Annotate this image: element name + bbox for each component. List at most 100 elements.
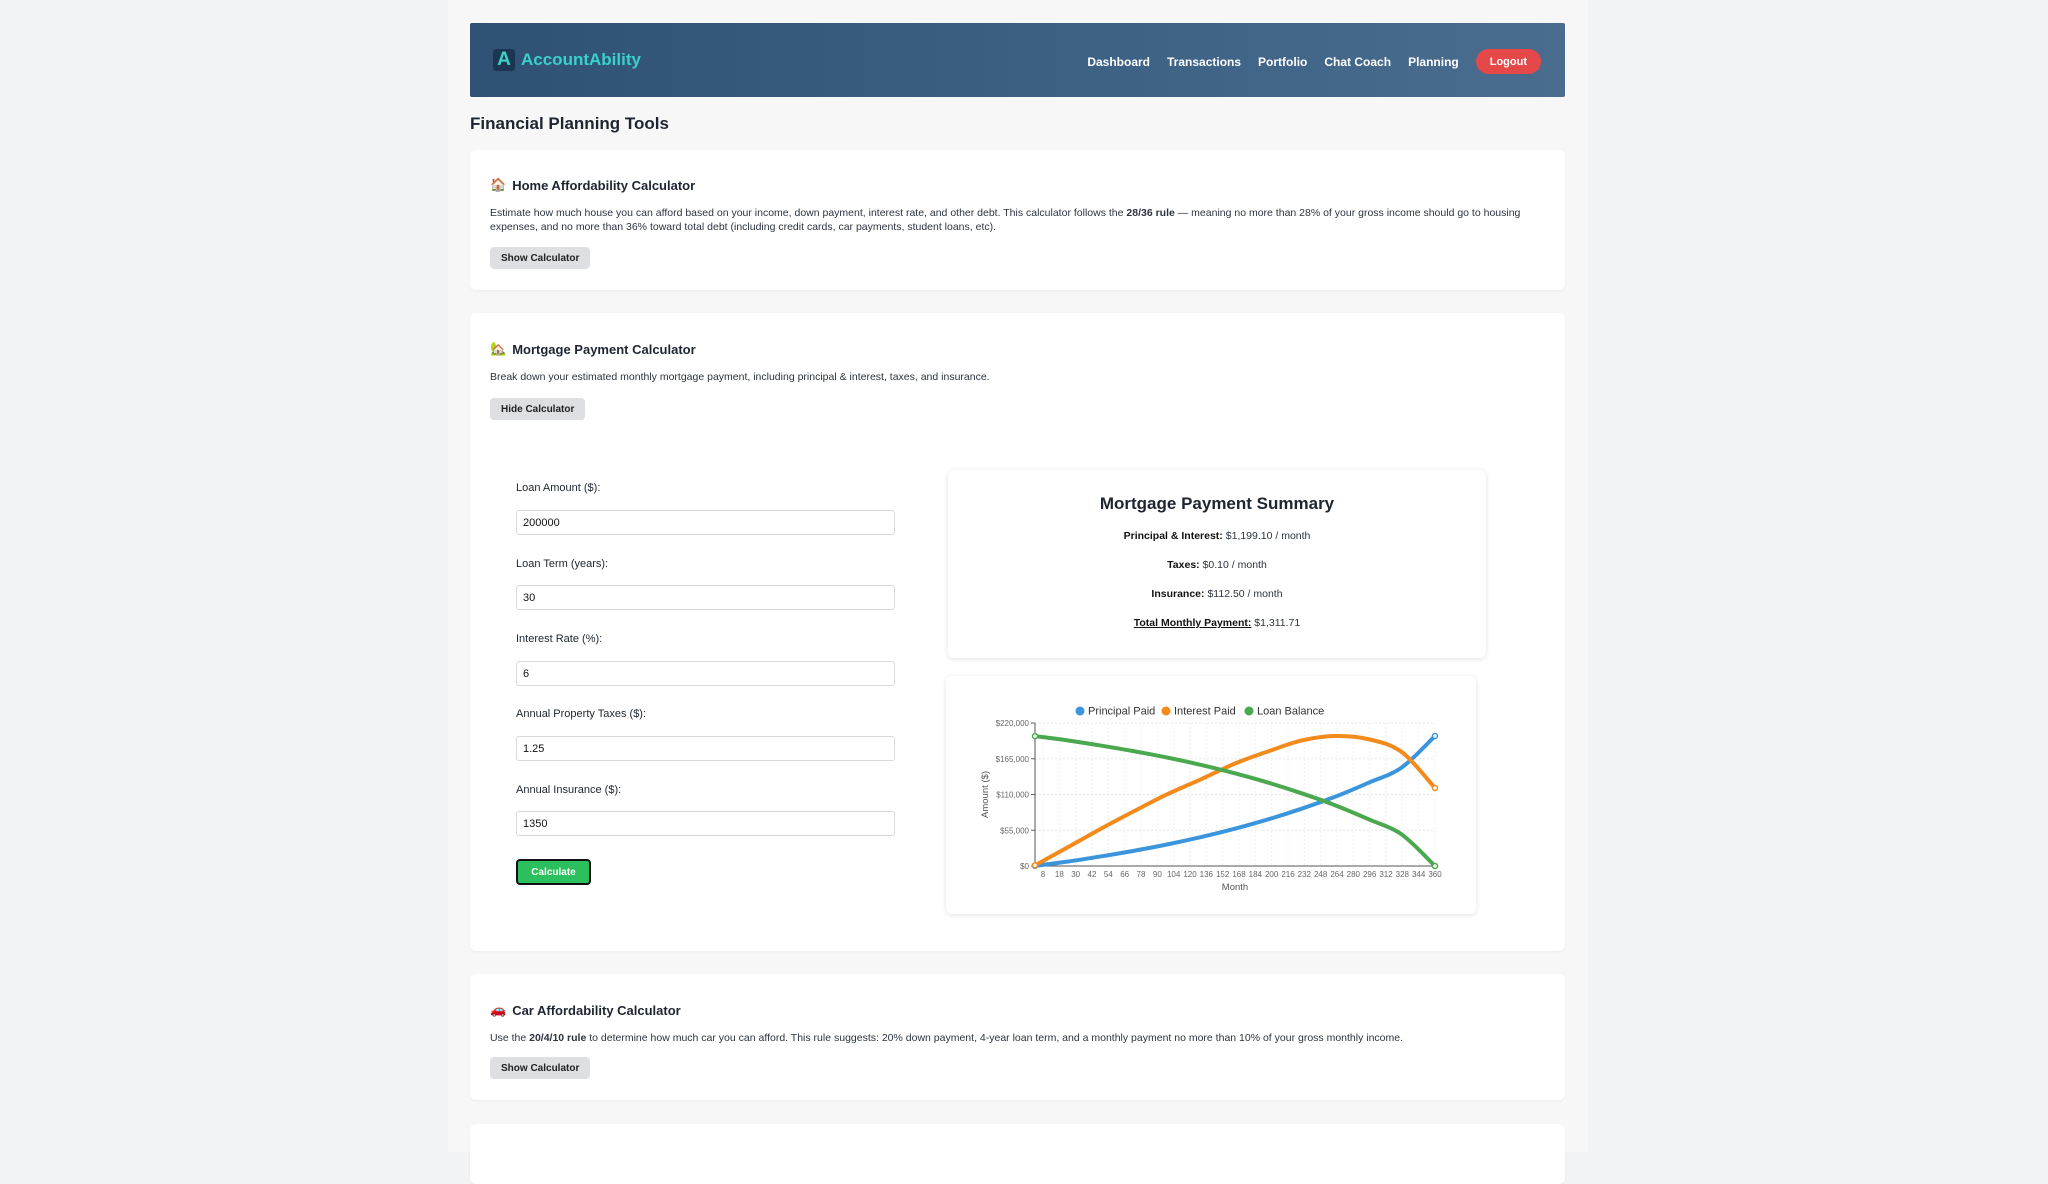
house-garden-icon: 🏡 (490, 341, 507, 356)
nav-link-dashboard[interactable]: Dashboard (1087, 55, 1150, 69)
mortgage-title: 🏡 Mortgage Payment Calculator (490, 341, 696, 357)
chart-x-tick-label: 54 (1104, 870, 1113, 879)
chart-x-tick-label: 360 (1428, 870, 1442, 879)
chart-y-tick-label: $220,000 (996, 719, 1030, 728)
car-affordability-heading: Car Affordability Calculator (512, 1002, 681, 1018)
chart-x-tick-label: 248 (1314, 870, 1328, 879)
chart-legend-marker-principal-paid (1075, 706, 1085, 716)
top-navbar: A AccountAbility Dashboard Transactions … (470, 23, 1565, 97)
car-desc-rule: 20/4/10 rule (529, 1032, 587, 1044)
logout-button[interactable]: Logout (1475, 49, 1541, 74)
summary-ins-value: $112.50 / month (1204, 588, 1283, 600)
chart-x-tick-label: 232 (1298, 870, 1312, 879)
calculate-button[interactable]: Calculate (516, 859, 591, 885)
chart-legend-marker-interest-paid (1161, 706, 1171, 716)
car-show-calculator-button[interactable]: Show Calculator (490, 1057, 591, 1079)
car-affordability-description: Use the 20/4/10 rule to determine how mu… (490, 1031, 1539, 1045)
chart-x-tick-label: 136 (1200, 870, 1214, 879)
chart-x-tick-label: 344 (1412, 870, 1426, 879)
chart-point-interest-paid (1431, 784, 1439, 792)
summary-pi-label: Principal & Interest: (1123, 530, 1223, 542)
car-affordability-title: 🚗 Car Affordability Calculator (490, 1002, 681, 1018)
chart-legend-label-principal-paid: Principal Paid (1088, 706, 1155, 718)
page-title: Financial Planning Tools (470, 114, 669, 133)
home-show-calculator-button[interactable]: Show Calculator (490, 247, 591, 269)
summary-insurance: Insurance: $112.50 / month (948, 588, 1486, 600)
house-icon: 🏠 (490, 177, 507, 192)
chart-point-loan-balance (1031, 732, 1039, 740)
app-logo-icon: A (493, 49, 515, 71)
home-desc-rule: 28/36 rule (1126, 207, 1175, 219)
summary-taxes: Taxes: $0.10 / month (948, 559, 1486, 571)
chart-point-interest-paid (1031, 862, 1039, 869)
chart-series-line-principal-paid (1033, 734, 1437, 868)
brand[interactable]: A AccountAbility (493, 48, 641, 72)
chart-x-tick-label: 200 (1265, 870, 1279, 879)
nav-link-planning[interactable]: Planning (1408, 55, 1459, 69)
summary-total-label: Total Monthly Payment: (1133, 617, 1252, 629)
summary-total-value: $1,311.71 (1251, 617, 1301, 629)
chart-legend-marker-loan-balance (1244, 706, 1254, 716)
home-affordability-heading: Home Affordability Calculator (512, 177, 696, 193)
chart-x-tick-label: 42 (1088, 870, 1097, 879)
summary-taxes-label: Taxes: (1167, 559, 1200, 571)
chart-x-tick-label: 8 (1041, 870, 1046, 879)
chart-y-tick-label: $0 (1020, 862, 1029, 871)
annual-insurance-input[interactable] (516, 811, 895, 836)
chart-x-tick-label: 66 (1120, 870, 1129, 879)
chart-x-tick-label: 296 (1363, 870, 1377, 879)
home-affordability-card: 🏠 Home Affordability Calculator Estimate… (470, 150, 1565, 290)
property-taxes-label: Annual Property Taxes ($): (516, 708, 647, 720)
chart-x-tick-label: 168 (1232, 870, 1246, 879)
chart-legend-label-loan-balance: Loan Balance (1257, 706, 1324, 718)
chart-x-tick-label: 280 (1347, 870, 1361, 879)
summary-total: Total Monthly Payment: $1,311.71 (948, 617, 1486, 629)
chart-x-tick-label: 104 (1167, 870, 1181, 879)
home-affordability-description: Estimate how much house you can afford b… (490, 206, 1539, 234)
loan-term-input[interactable] (516, 585, 895, 610)
app-name: AccountAbility (521, 50, 641, 69)
chart-x-tick-label: 90 (1153, 870, 1162, 879)
chart-point-principal-paid (1431, 732, 1439, 740)
car-desc-text-1: Use the (490, 1032, 530, 1044)
mortgage-hide-calculator-button[interactable]: Hide Calculator (490, 398, 586, 420)
chart-x-tick-label: 78 (1137, 870, 1146, 879)
interest-rate-input[interactable] (516, 661, 895, 686)
car-icon: 🚗 (490, 1002, 507, 1017)
summary-principal-interest: Principal & Interest: $1,199.10 / month (948, 530, 1486, 542)
amortization-chart-card: $0 $55,000 $110,000 $165,000 $220,000 8 18 30 42… (946, 676, 1476, 914)
summary-title: Mortgage Payment Summary (1099, 494, 1335, 513)
chart-y-tick-label: $110,000 (996, 791, 1029, 800)
chart-x-tick-label: 18 (1055, 870, 1064, 879)
chart-x-tick-label: 152 (1216, 870, 1230, 879)
chart-legend-label-interest-paid: Interest Paid (1174, 706, 1236, 718)
nav-link-chat-coach[interactable]: Chat Coach (1324, 55, 1391, 69)
loan-amount-label: Loan Amount ($): (516, 482, 601, 494)
mortgage-description: Break down your estimated monthly mortga… (490, 371, 990, 383)
annual-insurance-label: Annual Insurance ($): (516, 784, 622, 796)
chart-series-line-loan-balance (1033, 734, 1437, 868)
chart-y-tick-label: $165,000 (996, 755, 1030, 764)
mortgage-calculator-card: 🏡 Mortgage Payment Calculator Break down… (470, 313, 1565, 951)
nav-link-portfolio[interactable]: Portfolio (1258, 55, 1307, 69)
property-taxes-input[interactable] (516, 736, 895, 761)
mortgage-heading: Mortgage Payment Calculator (512, 341, 696, 357)
loan-amount-input[interactable] (516, 510, 895, 535)
home-affordability-title: 🏠 Home Affordability Calculator (490, 177, 695, 193)
car-affordability-card: 🚗 Car Affordability Calculator Use the 2… (470, 974, 1565, 1100)
chart-x-tick-label: 264 (1330, 870, 1344, 879)
page-container: A AccountAbility Dashboard Transactions … (448, 0, 1588, 1184)
nav-links: Dashboard Transactions Portfolio Chat Co… (1070, 49, 1541, 74)
nav-link-transactions[interactable]: Transactions (1167, 55, 1241, 69)
chart-x-tick-label: 184 (1249, 870, 1263, 879)
chart-x-tick-label: 312 (1379, 870, 1393, 879)
chart-x-axis-label: Month (1222, 882, 1248, 893)
next-tool-card (470, 1124, 1565, 1184)
chart-y-tick-label: $55,000 (1000, 826, 1029, 835)
chart-point-loan-balance (1431, 862, 1439, 870)
chart-x-tick-label: 216 (1281, 870, 1295, 879)
mortgage-summary-panel: Mortgage Payment Summary Principal & Int… (948, 470, 1486, 658)
chart-x-tick-label: 328 (1396, 870, 1410, 879)
chart-y-axis-label: Amount ($) (980, 771, 991, 818)
chart-x-tick-label: 120 (1183, 870, 1197, 879)
